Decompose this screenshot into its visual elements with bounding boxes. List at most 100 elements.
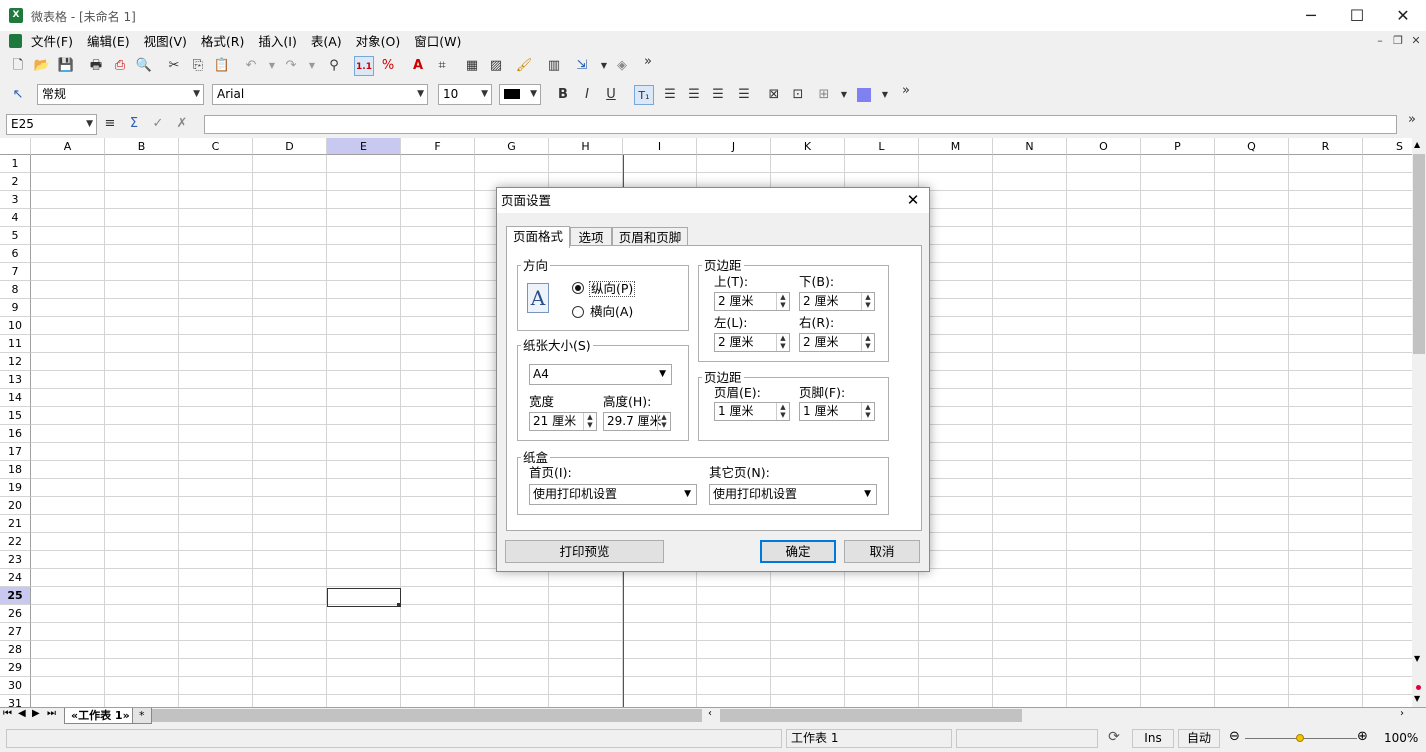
cell-borders-icon[interactable]: ⊞ xyxy=(814,85,834,105)
italic-icon[interactable]: I xyxy=(577,85,597,105)
style-select[interactable]: 常规 ▼ xyxy=(37,84,204,105)
spinner-arrows-icon[interactable]: ▲ ▼ xyxy=(657,413,670,430)
column-header[interactable]: A xyxy=(31,138,105,155)
menu-item[interactable]: 对象(O) xyxy=(356,33,408,50)
fill-color-dropdown-icon[interactable]: ▼ xyxy=(875,85,895,105)
row-header[interactable]: 7 xyxy=(0,263,31,281)
row-header[interactable]: 9 xyxy=(0,299,31,317)
number-format-icon[interactable]: 1.1 xyxy=(354,56,374,76)
row-header[interactable]: 31 xyxy=(0,695,31,707)
column-header[interactable]: G xyxy=(475,138,549,155)
menu-item[interactable]: 文件(F) xyxy=(31,33,80,50)
row-header[interactable]: 13 xyxy=(0,371,31,389)
sheet-tab-active[interactable]: «工作表 1» xyxy=(64,708,137,724)
row-header[interactable]: 28 xyxy=(0,641,31,659)
column-header[interactable]: D xyxy=(253,138,327,155)
find-icon[interactable]: ⚲ xyxy=(324,56,344,76)
bottom-margin-spinner[interactable]: 2 厘米 ▲ ▼ xyxy=(799,292,875,311)
doc-close-button[interactable]: ✕ xyxy=(1408,33,1424,49)
height-spinner[interactable]: 29.7 厘米 ▲ ▼ xyxy=(603,412,671,431)
scroll-right-icon[interactable]: › xyxy=(1400,708,1404,719)
column-header[interactable]: K xyxy=(771,138,845,155)
justify-icon[interactable]: ☰ xyxy=(734,85,754,105)
row-header[interactable]: 19 xyxy=(0,479,31,497)
format-painter-icon[interactable]: 🖌 xyxy=(514,56,534,76)
merge-cells-icon[interactable]: ⊠ xyxy=(764,85,784,105)
column-header[interactable]: O xyxy=(1067,138,1141,155)
row-header[interactable]: 30 xyxy=(0,677,31,695)
row-header[interactable]: 26 xyxy=(0,605,31,623)
prev-sheet-icon[interactable]: ◀ xyxy=(18,708,26,719)
last-sheet-icon[interactable]: ⏭ xyxy=(47,708,56,719)
select-pointer-icon[interactable]: ↖ xyxy=(8,85,28,105)
row-header[interactable]: 11 xyxy=(0,335,31,353)
cancel-edit-icon[interactable]: ✗ xyxy=(172,114,192,134)
paste-icon[interactable]: 📋 xyxy=(212,56,232,76)
row-header[interactable]: 17 xyxy=(0,443,31,461)
fill-color-icon[interactable] xyxy=(854,85,874,105)
copy-icon[interactable]: ⎘ xyxy=(188,56,208,76)
column-header[interactable]: Q xyxy=(1215,138,1289,155)
header-spinner[interactable]: 1 厘米 ▲ ▼ xyxy=(714,402,790,421)
column-header[interactable]: E xyxy=(327,138,401,155)
spinner-arrows-icon[interactable]: ▲ ▼ xyxy=(861,334,874,351)
row-header[interactable]: 20 xyxy=(0,497,31,515)
spinner-arrows-icon[interactable]: ▲ ▼ xyxy=(776,293,789,310)
insert-mode-indicator[interactable]: Ins xyxy=(1132,729,1174,748)
column-header[interactable]: L xyxy=(845,138,919,155)
export-pdf-icon[interactable]: ⎙ xyxy=(110,56,130,76)
vertical-scrollbar[interactable]: ▲ ▼ ▼ xyxy=(1412,138,1426,707)
row-header[interactable]: 10 xyxy=(0,317,31,335)
zoom-in-icon[interactable]: ⊕ xyxy=(1357,729,1368,744)
column-header[interactable]: N xyxy=(993,138,1067,155)
formula-overflow-icon[interactable]: » xyxy=(1402,110,1422,130)
footer-spinner[interactable]: 1 厘米 ▲ ▼ xyxy=(799,402,875,421)
vertical-scroll-thumb[interactable] xyxy=(1413,154,1425,354)
add-sheet-tab[interactable]: * xyxy=(132,708,152,724)
menu-item[interactable]: 编辑(E) xyxy=(87,33,137,50)
ok-button[interactable]: 确定 xyxy=(760,540,836,563)
row-header[interactable]: 2 xyxy=(0,173,31,191)
font-select[interactable]: Arial ▼ xyxy=(212,84,428,105)
minimize-button[interactable]: ─ xyxy=(1288,0,1334,31)
row-header[interactable]: 25 xyxy=(0,587,31,605)
print-icon[interactable]: 🖶 xyxy=(86,56,106,76)
column-header[interactable]: R xyxy=(1289,138,1363,155)
doc-restore-button[interactable]: ❐ xyxy=(1390,33,1406,49)
scroll-left-icon[interactable]: ‹ xyxy=(708,708,712,719)
toolbar-overflow-icon[interactable]: » xyxy=(638,52,658,72)
paper-size-select[interactable]: A4 ▼ xyxy=(529,364,672,385)
scroll-down-icon[interactable]: ▼ xyxy=(1414,654,1420,663)
borders-dropdown-icon[interactable]: ▼ xyxy=(834,85,854,105)
format-overflow-icon[interactable]: » xyxy=(896,81,916,101)
column-header[interactable]: C xyxy=(179,138,253,155)
undo-dropdown-icon[interactable]: ▼ xyxy=(262,56,282,76)
portrait-radio[interactable] xyxy=(572,282,584,294)
align-center-icon[interactable]: ☰ xyxy=(684,85,704,105)
menu-item[interactable]: 视图(V) xyxy=(144,33,194,50)
formula-input[interactable] xyxy=(204,115,1397,134)
refresh-icon[interactable]: ⟳ xyxy=(1104,729,1124,748)
row-header[interactable]: 12 xyxy=(0,353,31,371)
row-header[interactable]: 27 xyxy=(0,623,31,641)
first-sheet-icon[interactable]: ⏮ xyxy=(3,708,12,719)
width-spinner[interactable]: 21 厘米 ▲ ▼ xyxy=(529,412,597,431)
redo-dropdown-icon[interactable]: ▼ xyxy=(302,56,322,76)
right-margin-spinner[interactable]: 2 厘米 ▲ ▼ xyxy=(799,333,875,352)
next-sheet-icon[interactable]: ▶ xyxy=(32,708,40,719)
save-icon[interactable]: 💾 xyxy=(56,56,76,76)
sum-icon[interactable]: Σ xyxy=(124,114,144,134)
dialog-close-icon[interactable]: ✕ xyxy=(903,190,923,210)
align-left-icon[interactable]: ☰ xyxy=(660,85,680,105)
row-header[interactable]: 18 xyxy=(0,461,31,479)
column-header[interactable]: M xyxy=(919,138,993,155)
tab-header-footer[interactable]: 页眉和页脚 xyxy=(612,227,688,247)
portrait-label[interactable]: 纵向(P) xyxy=(589,281,636,297)
new-file-icon[interactable]: 🗋 xyxy=(8,56,28,76)
accept-edit-icon[interactable]: ✓ xyxy=(148,114,168,134)
zoom-slider-thumb[interactable] xyxy=(1296,734,1304,742)
row-header[interactable]: 16 xyxy=(0,425,31,443)
plugin-icon[interactable]: ◈ xyxy=(612,56,632,76)
row-header[interactable]: 24 xyxy=(0,569,31,587)
tab-page-format[interactable]: 页面格式 xyxy=(506,226,570,248)
